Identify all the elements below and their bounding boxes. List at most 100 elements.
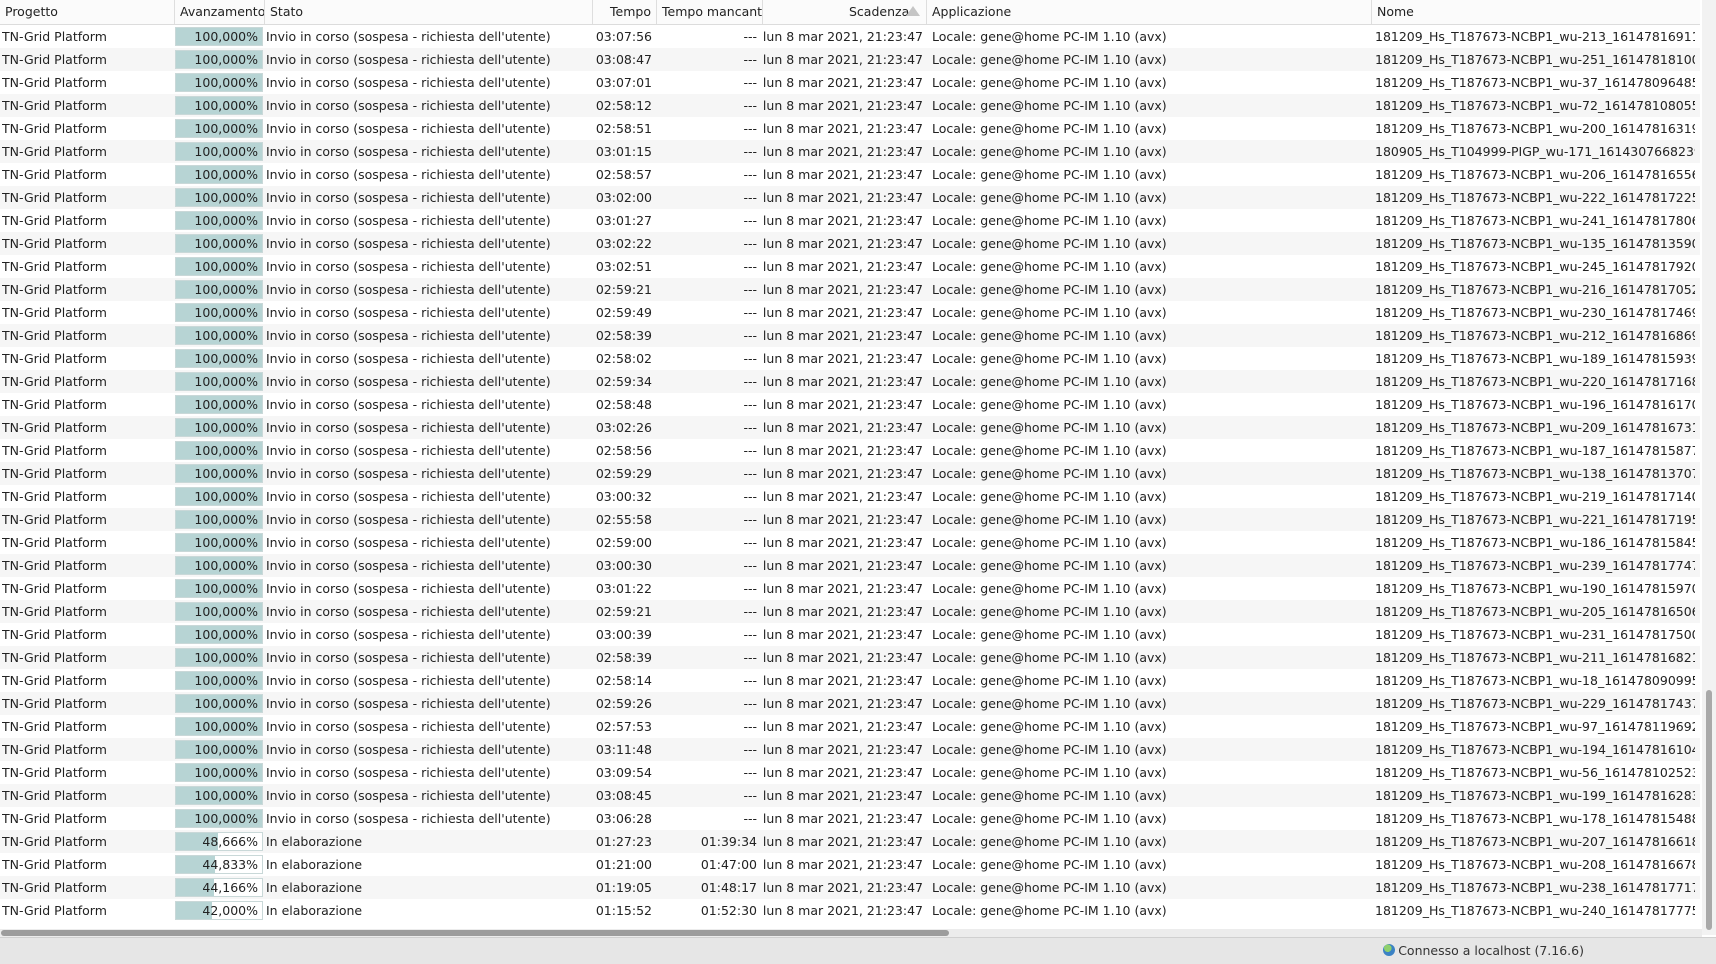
table-row[interactable]: TN-Grid Platform 100,000% Invio in corso (… (0, 738, 1700, 761)
column-header-scadenza[interactable]: Scadenza (763, 0, 927, 24)
cell-tempo-mancante: --- (743, 52, 757, 67)
column-header-stato[interactable]: Stato (265, 0, 593, 24)
cell-tempo-mancante: --- (743, 719, 757, 734)
column-header-tempo[interactable]: Tempo (593, 0, 657, 24)
cell-progetto: TN-Grid Platform (2, 374, 107, 389)
table-row[interactable]: TN-Grid Platform 100,000% Invio in corso (… (0, 25, 1700, 48)
progress-text: 100,000% (194, 650, 258, 665)
table-row[interactable]: TN-Grid Platform 44,166% In elaborazione 01… (0, 876, 1700, 899)
cell-scadenza: lun 8 mar 2021, 21:23:47 (762, 581, 923, 596)
table-row[interactable]: TN-Grid Platform 100,000% Invio in corso (… (0, 439, 1700, 462)
cell-avanzamento: 100,000% (175, 140, 263, 163)
cell-tempo: 03:01:27 (595, 213, 652, 228)
cell-nome: 181209_Hs_T187673-NCBP1_wu-230_161478174… (1375, 305, 1695, 320)
cell-scadenza: lun 8 mar 2021, 21:23:47 (762, 98, 923, 113)
table-row[interactable]: TN-Grid Platform 100,000% Invio in corso (… (0, 554, 1700, 577)
cell-progetto: TN-Grid Platform (2, 167, 107, 182)
table-row[interactable]: TN-Grid Platform 100,000% Invio in corso (… (0, 255, 1700, 278)
table-row[interactable]: TN-Grid Platform 100,000% Invio in corso (… (0, 278, 1700, 301)
horizontal-scrollbar[interactable] (0, 929, 1702, 937)
table-row[interactable]: TN-Grid Platform 100,000% Invio in corso (… (0, 347, 1700, 370)
cell-avanzamento: 100,000% (175, 416, 263, 439)
cell-tempo-mancante: --- (743, 673, 757, 688)
cell-avanzamento: 100,000% (175, 209, 263, 232)
table-row[interactable]: TN-Grid Platform 100,000% Invio in corso (… (0, 669, 1700, 692)
table-row[interactable]: TN-Grid Platform 100,000% Invio in corso (… (0, 301, 1700, 324)
cell-stato: Invio in corso (sospesa - richiesta dell… (266, 696, 551, 711)
table-row[interactable]: TN-Grid Platform 100,000% Invio in corso (… (0, 393, 1700, 416)
table-row[interactable]: TN-Grid Platform 100,000% Invio in corso (… (0, 140, 1700, 163)
cell-avanzamento: 100,000% (175, 784, 263, 807)
table-row[interactable]: TN-Grid Platform 100,000% Invio in corso (… (0, 600, 1700, 623)
table-row[interactable]: TN-Grid Platform 100,000% Invio in corso (… (0, 117, 1700, 140)
cell-scadenza: lun 8 mar 2021, 21:23:47 (762, 167, 923, 182)
table-row[interactable]: TN-Grid Platform 100,000% Invio in corso (… (0, 163, 1700, 186)
column-header-tempo-mancante[interactable]: Tempo mancante (657, 0, 763, 24)
cell-tempo-mancante: --- (743, 765, 757, 780)
table-row[interactable]: TN-Grid Platform 100,000% Invio in corso (… (0, 715, 1700, 738)
table-row[interactable]: TN-Grid Platform 100,000% Invio in corso (… (0, 692, 1700, 715)
column-header-nome[interactable]: Nome (1372, 0, 1700, 24)
table-row[interactable]: TN-Grid Platform 100,000% Invio in corso (… (0, 462, 1700, 485)
vertical-scrollbar[interactable] (1702, 0, 1716, 935)
table-row[interactable]: TN-Grid Platform 100,000% Invio in corso (… (0, 485, 1700, 508)
table-row[interactable]: TN-Grid Platform 100,000% Invio in corso (… (0, 577, 1700, 600)
column-header-avanzamento[interactable]: Avanzamento (175, 0, 265, 24)
column-header-applicazione[interactable]: Applicazione (927, 0, 1372, 24)
table-row[interactable]: TN-Grid Platform 100,000% Invio in corso (… (0, 761, 1700, 784)
cell-tempo: 01:27:23 (595, 834, 652, 849)
cell-avanzamento: 100,000% (175, 531, 263, 554)
table-row[interactable]: TN-Grid Platform 48,666% In elaborazione 01… (0, 830, 1700, 853)
progress-bar: 100,000% (175, 625, 263, 644)
horizontal-scrollbar-thumb[interactable] (1, 930, 949, 936)
cell-stato: Invio in corso (sospesa - richiesta dell… (266, 719, 551, 734)
cell-applicazione: Locale: gene@home PC-IM 1.10 (avx) (932, 75, 1167, 90)
progress-bar: 100,000% (175, 73, 263, 92)
table-row[interactable]: TN-Grid Platform 100,000% Invio in corso (… (0, 94, 1700, 117)
cell-stato: In elaborazione (266, 834, 363, 849)
cell-scadenza: lun 8 mar 2021, 21:23:47 (762, 420, 923, 435)
table-row[interactable]: TN-Grid Platform 100,000% Invio in corso (… (0, 71, 1700, 94)
table-row[interactable]: TN-Grid Platform 100,000% Invio in corso (… (0, 623, 1700, 646)
cell-stato: Invio in corso (sospesa - richiesta dell… (266, 512, 551, 527)
cell-avanzamento: 100,000% (175, 715, 263, 738)
cell-avanzamento: 100,000% (175, 462, 263, 485)
cell-progetto: TN-Grid Platform (2, 397, 107, 412)
cell-stato: Invio in corso (sospesa - richiesta dell… (266, 52, 551, 67)
progress-text: 100,000% (194, 29, 258, 44)
table-row[interactable]: TN-Grid Platform 100,000% Invio in corso (… (0, 531, 1700, 554)
cell-avanzamento: 100,000% (175, 117, 263, 140)
table-row[interactable]: TN-Grid Platform 100,000% Invio in corso (… (0, 209, 1700, 232)
table-row[interactable]: TN-Grid Platform 100,000% Invio in corso (… (0, 508, 1700, 531)
table-row[interactable]: TN-Grid Platform 100,000% Invio in corso (… (0, 232, 1700, 255)
column-header-progetto[interactable]: Progetto (0, 0, 175, 24)
progress-bar: 100,000% (175, 349, 263, 368)
table-row[interactable]: TN-Grid Platform 44,833% In elaborazione 01… (0, 853, 1700, 876)
cell-nome: 181209_Hs_T187673-NCBP1_wu-207_161478166… (1375, 834, 1695, 849)
table-row[interactable]: TN-Grid Platform 100,000% Invio in corso (… (0, 370, 1700, 393)
cell-stato: Invio in corso (sospesa - richiesta dell… (266, 742, 551, 757)
cell-applicazione: Locale: gene@home PC-IM 1.10 (avx) (932, 98, 1167, 113)
cell-progetto: TN-Grid Platform (2, 259, 107, 274)
cell-tempo-mancante: --- (743, 650, 757, 665)
cell-tempo: 02:58:48 (595, 397, 652, 412)
cell-nome: 181209_Hs_T187673-NCBP1_wu-216_161478170… (1375, 282, 1695, 297)
table-row[interactable]: TN-Grid Platform 100,000% Invio in corso (… (0, 324, 1700, 347)
cell-avanzamento: 100,000% (175, 163, 263, 186)
cell-avanzamento: 100,000% (175, 25, 263, 48)
vertical-scrollbar-thumb[interactable] (1706, 690, 1712, 930)
cell-stato: In elaborazione (266, 857, 363, 872)
cell-applicazione: Locale: gene@home PC-IM 1.10 (avx) (932, 397, 1167, 412)
progress-bar: 100,000% (175, 280, 263, 299)
cell-tempo: 02:58:39 (595, 650, 652, 665)
table-row[interactable]: TN-Grid Platform 100,000% Invio in corso (… (0, 416, 1700, 439)
cell-tempo: 02:55:58 (595, 512, 652, 527)
cell-tempo: 02:58:57 (595, 167, 652, 182)
table-row[interactable]: TN-Grid Platform 100,000% Invio in corso (… (0, 807, 1700, 830)
cell-progetto: TN-Grid Platform (2, 98, 107, 113)
table-row[interactable]: TN-Grid Platform 100,000% Invio in corso (… (0, 646, 1700, 669)
table-row[interactable]: TN-Grid Platform 100,000% Invio in corso (… (0, 48, 1700, 71)
table-row[interactable]: TN-Grid Platform 42,000% In elaborazione 01… (0, 899, 1700, 922)
table-row[interactable]: TN-Grid Platform 100,000% Invio in corso (… (0, 186, 1700, 209)
table-row[interactable]: TN-Grid Platform 100,000% Invio in corso (… (0, 784, 1700, 807)
